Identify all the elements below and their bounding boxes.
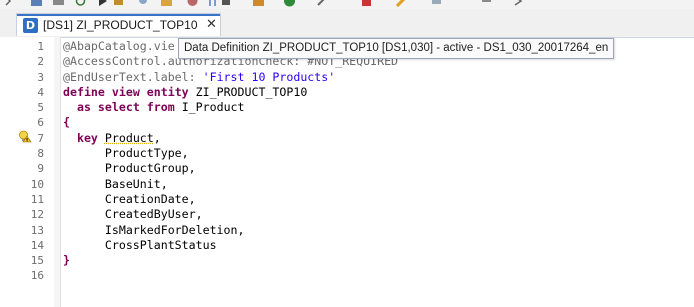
line-number: 6 — [37, 116, 44, 130]
editor-tab-strip: D [DS1] ZI_PRODUCT_TOP10 ✕ — [0, 9, 694, 38]
toolbar-edit-icon[interactable] — [396, 0, 409, 7]
line-number: 10 — [30, 177, 44, 191]
line-number: 3 — [37, 70, 44, 84]
code-text: CreationDate, — [63, 191, 196, 206]
toolbar-save-icon[interactable] — [30, 0, 43, 7]
line-number: 5 — [37, 101, 44, 115]
toolbar-stop-icon[interactable] — [220, 0, 233, 7]
line-number: 13 — [30, 223, 44, 237]
toolbar-tool-icon[interactable] — [316, 0, 329, 7]
code-text: @EndUserText.label: 'First 10 Products' — [63, 69, 336, 84]
overview-ruler — [54, 37, 61, 307]
toolbar-print-icon[interactable] — [52, 0, 65, 7]
data-definition-icon: D — [23, 18, 38, 33]
code-text: ProductGroup, — [63, 161, 196, 176]
toolbar-forward-icon[interactable] — [512, 0, 525, 7]
toolbar-debug-icon[interactable] — [112, 0, 125, 7]
line-number: 2 — [37, 55, 44, 69]
line-number: 11 — [30, 192, 44, 206]
hover-tooltip: Data Definition ZI_PRODUCT_TOP10 [DS1,03… — [178, 38, 615, 59]
toolbar-activate-icon[interactable] — [252, 0, 265, 7]
close-icon[interactable]: ✕ — [206, 17, 217, 32]
line-number: 9 — [37, 162, 44, 176]
code-text: CrossPlantStatus — [63, 237, 217, 252]
code-text: { — [63, 115, 70, 130]
toolbar-search-icon[interactable] — [138, 0, 151, 7]
line-number: 12 — [30, 208, 44, 222]
toolbar-pause-icon[interactable] — [206, 0, 219, 7]
toolbar-check-icon[interactable] — [186, 0, 199, 7]
toolbar — [0, 0, 694, 9]
code-text: BaseUnit, — [63, 176, 168, 191]
tab-zi-product-top10[interactable]: D [DS1] ZI_PRODUCT_TOP10 ✕ — [16, 13, 221, 36]
toolbar-link-icon[interactable] — [430, 0, 443, 7]
toolbar-open-icon[interactable] — [160, 0, 173, 7]
line-number: 7 — [37, 131, 44, 145]
code-text: key Product, — [76, 130, 161, 145]
toolbar-ok-icon[interactable] — [283, 0, 296, 7]
code-text: @AbapCatalog.vie — [63, 39, 175, 53]
toolbar-nav-icon[interactable] — [4, 0, 17, 7]
line-number: 15 — [30, 254, 44, 268]
code-text: define view entity ZI_PRODUCT_TOP10 — [63, 84, 308, 99]
code-text: CreatedByUser, — [63, 207, 203, 222]
code-text: } — [63, 253, 70, 268]
line-number: 16 — [30, 269, 44, 283]
tab-title: [DS1] ZI_PRODUCT_TOP10 — [43, 18, 198, 32]
line-number: 14 — [30, 238, 44, 252]
line-number: 8 — [37, 147, 44, 161]
toolbar-package-icon[interactable] — [360, 0, 373, 7]
tab-active-indicator — [17, 14, 220, 16]
toolbar-refresh-icon[interactable] — [74, 0, 87, 7]
line-number: 1 — [37, 40, 44, 53]
toolbar-navigate-icon[interactable] — [480, 0, 493, 7]
toolbar-run-icon[interactable] — [96, 0, 109, 7]
line-number: 4 — [37, 85, 44, 99]
code-text: IsMarkedForDeletion, — [63, 222, 245, 237]
code-text: ProductType, — [63, 146, 189, 161]
code-text: as select from I_Product — [76, 100, 245, 115]
